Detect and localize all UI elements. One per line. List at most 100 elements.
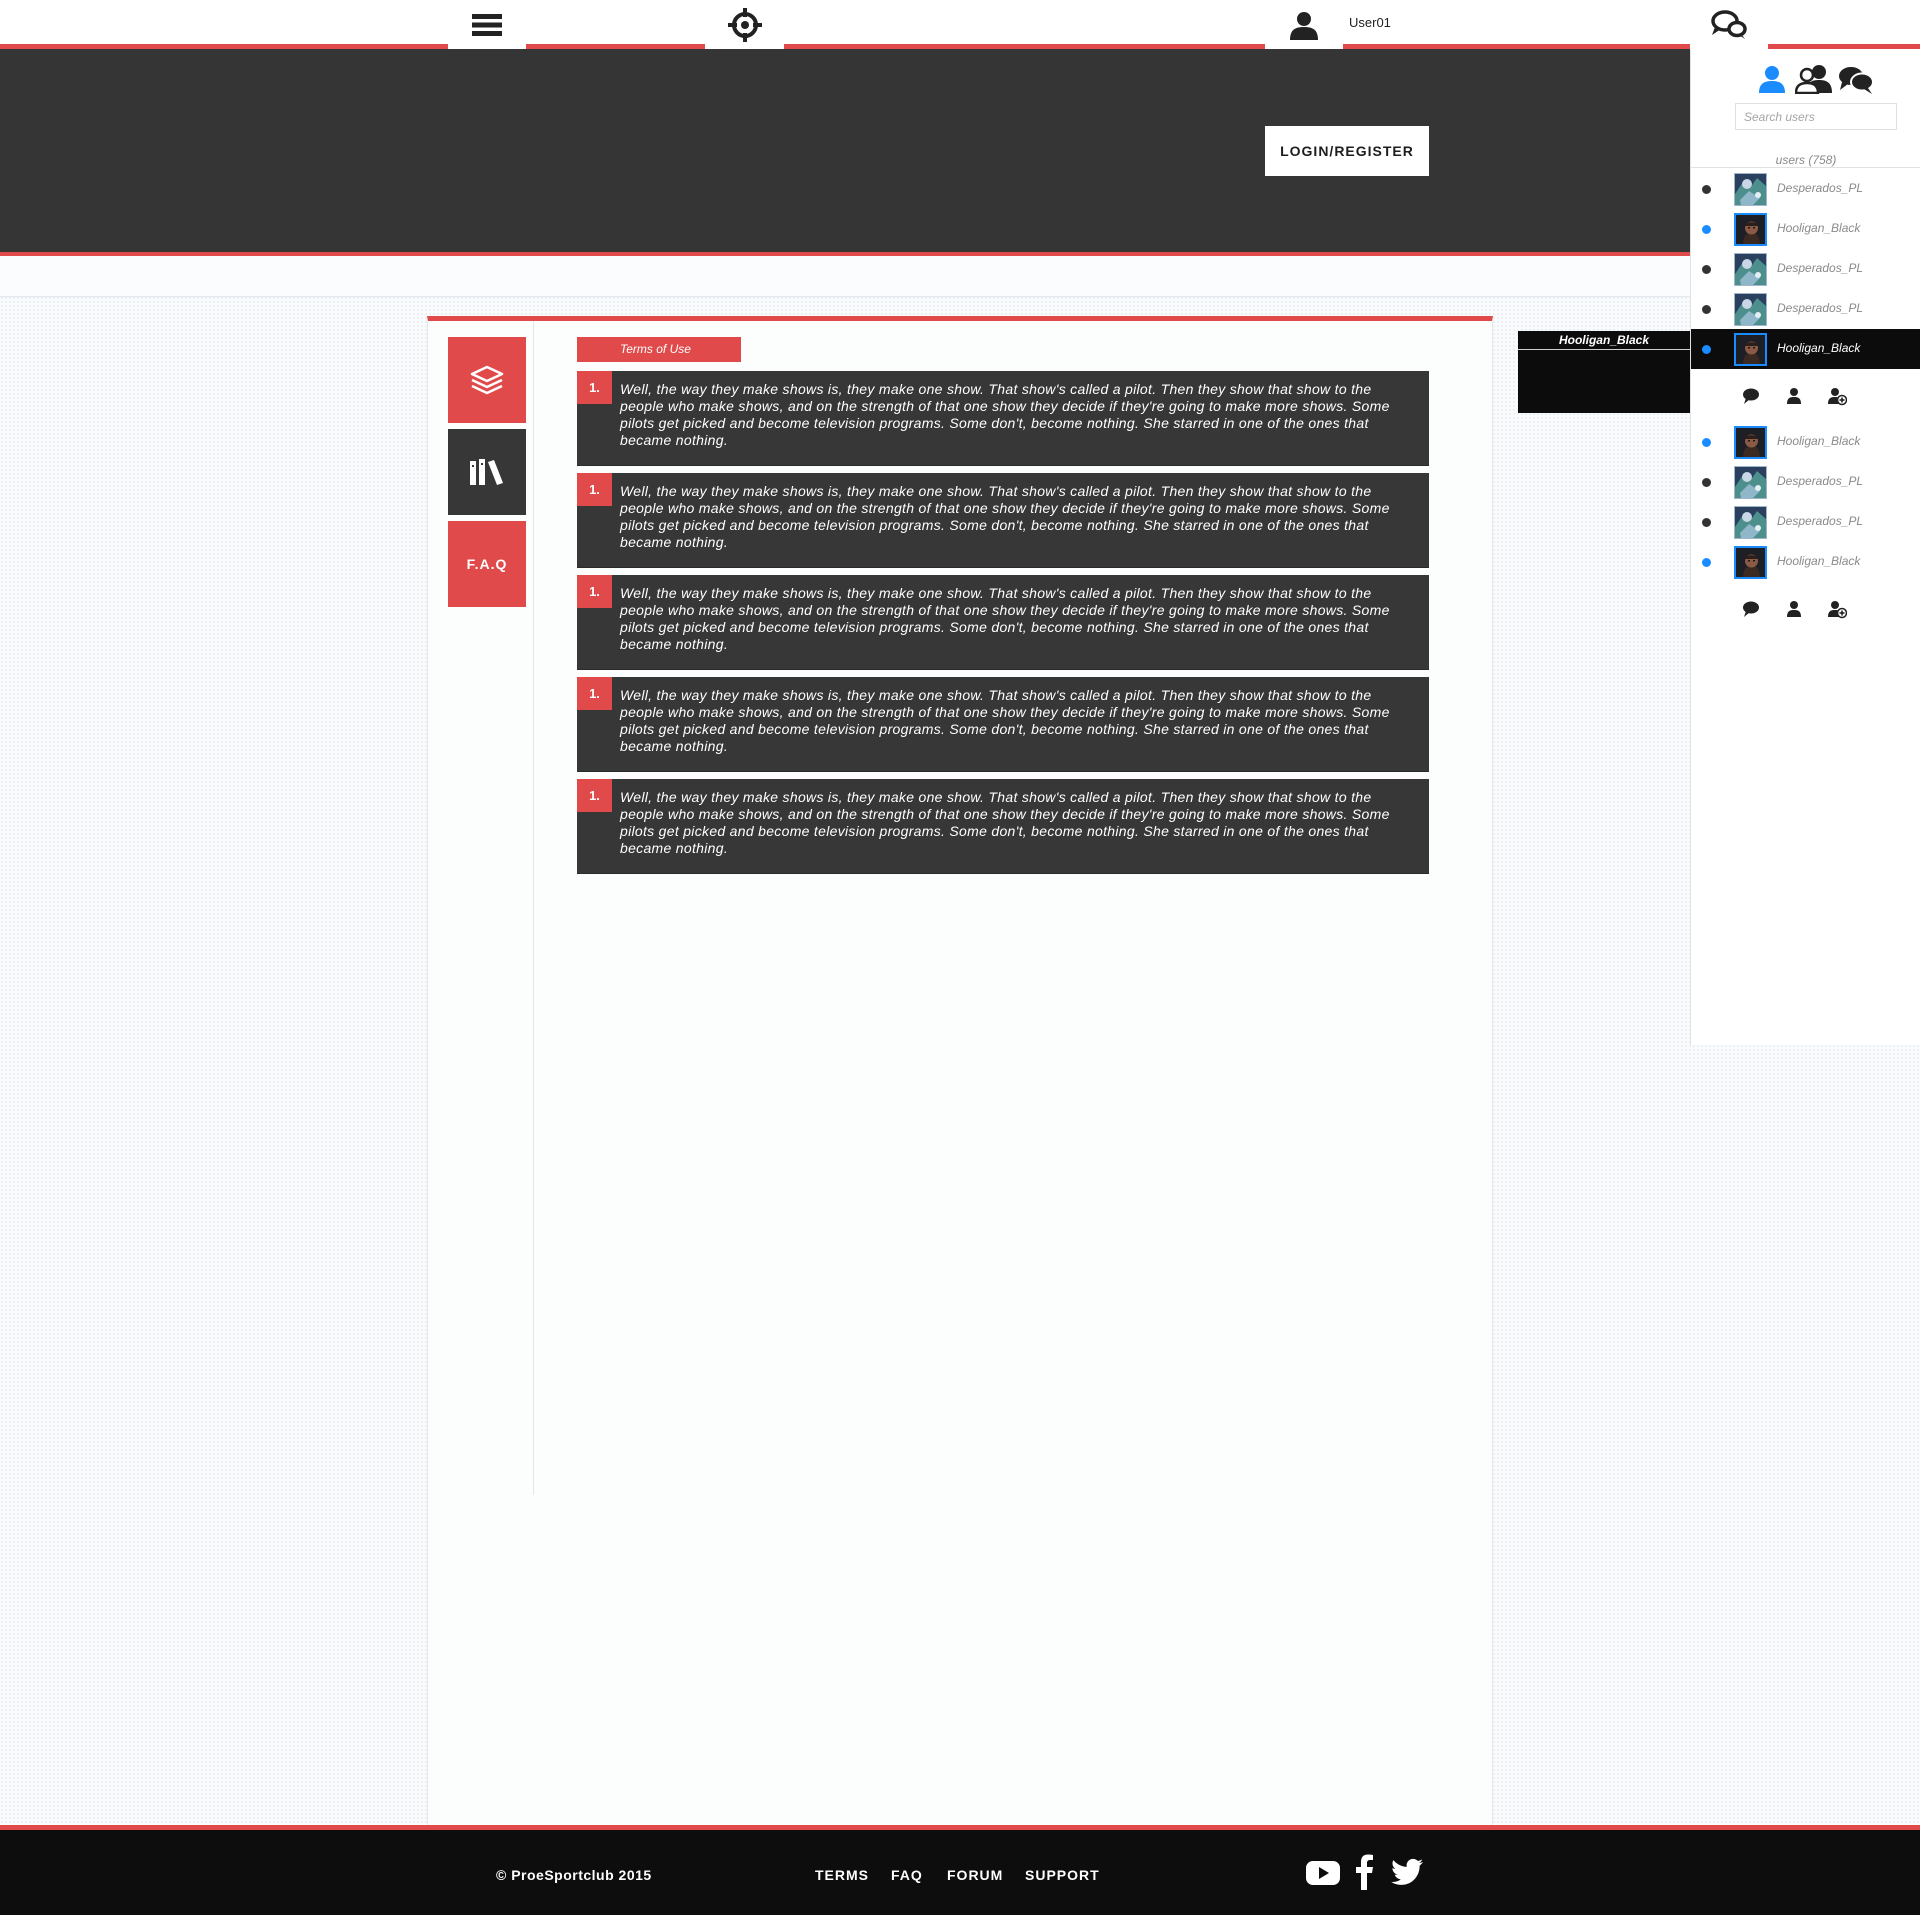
rule-number: 1. xyxy=(577,371,612,404)
user-profile-button[interactable] xyxy=(1265,0,1343,50)
copyright: © ProeSportclub 2015 xyxy=(496,1867,652,1883)
user-icon xyxy=(1290,12,1318,40)
facebook-link[interactable] xyxy=(1354,1852,1374,1892)
status-dot-icon xyxy=(1702,185,1711,194)
users-panel: users (758) Desperados_PL Hooligan_Black D… xyxy=(1690,50,1920,1045)
rule-number: 1. xyxy=(577,473,612,506)
rule-item: 1. Well, the way they make shows is, the… xyxy=(577,473,1429,567)
menu-icon xyxy=(472,14,502,36)
footer-link-support[interactable]: SUPPORT xyxy=(1025,1867,1100,1883)
avatar xyxy=(1734,426,1767,459)
user-row[interactable]: Desperados_PL xyxy=(1691,462,1920,502)
youtube-icon xyxy=(1306,1861,1340,1885)
rule-text: Well, the way they make shows is, they m… xyxy=(620,483,1390,550)
login-register-button[interactable]: LOGIN/REGISTER xyxy=(1265,126,1429,176)
avatar xyxy=(1734,253,1767,286)
sub-header-band xyxy=(0,256,1690,297)
avatar xyxy=(1734,506,1767,539)
user-name: Desperados_PL xyxy=(1777,474,1864,488)
status-dot-icon xyxy=(1702,305,1711,314)
status-dot-icon xyxy=(1702,558,1711,567)
user-row[interactable]: Desperados_PL xyxy=(1691,289,1920,329)
user-popup: Hooligan_Black xyxy=(1518,331,1690,413)
popup-username: Hooligan_Black xyxy=(1518,331,1690,350)
users-tab[interactable] xyxy=(1757,64,1787,94)
books-icon xyxy=(470,459,503,485)
search-users-input[interactable] xyxy=(1735,103,1897,130)
profile-icon[interactable] xyxy=(1784,386,1804,406)
crosshair-icon xyxy=(727,8,762,42)
avatar xyxy=(1734,293,1767,326)
user-name: Hooligan_Black xyxy=(1777,341,1861,355)
layers-icon xyxy=(470,365,504,395)
friends-tab[interactable] xyxy=(1794,64,1833,95)
footer-link-faq[interactable]: FAQ xyxy=(891,1867,923,1883)
status-dot-icon xyxy=(1702,438,1711,447)
rule-number: 1. xyxy=(577,779,612,812)
add-friend-icon[interactable] xyxy=(1827,386,1848,406)
user-name: Hooligan_Black xyxy=(1777,434,1861,448)
rule-item: 1. Well, the way they make shows is, the… xyxy=(577,575,1429,669)
status-dot-icon xyxy=(1702,345,1711,354)
user-name: Hooligan_Black xyxy=(1777,554,1861,568)
faq-label: F.A.Q xyxy=(466,556,508,572)
user-row[interactable]: Hooligan_Black xyxy=(1691,329,1920,369)
sidebar-library-button[interactable] xyxy=(448,429,526,515)
user-name: Hooligan_Black xyxy=(1777,221,1861,235)
user-row[interactable]: Hooligan_Black xyxy=(1691,542,1920,582)
top-bar: User01 xyxy=(0,0,1920,50)
user-row[interactable]: Hooligan_Black xyxy=(1691,422,1920,462)
avatar xyxy=(1734,466,1767,499)
top-accent-line xyxy=(1768,44,1920,49)
user-row[interactable]: Desperados_PL xyxy=(1691,249,1920,289)
chat-bubbles-icon xyxy=(1711,10,1747,39)
messages-tab[interactable] xyxy=(1837,64,1875,96)
facebook-icon xyxy=(1356,1854,1373,1890)
rule-item: 1. Well, the way they make shows is, the… xyxy=(577,779,1429,873)
divider xyxy=(1691,167,1920,168)
menu-button[interactable] xyxy=(448,0,526,50)
footer: © ProeSportclub 2015 TERMS FAQ FORUM SUP… xyxy=(0,1825,1920,1915)
user-row[interactable]: Hooligan_Black xyxy=(1691,209,1920,249)
sidebar-faq-button[interactable]: F.A.Q xyxy=(448,521,526,607)
rule-item: 1. Well, the way they make shows is, the… xyxy=(577,677,1429,771)
group-users-icon xyxy=(1794,65,1832,95)
chat-icon[interactable] xyxy=(1741,386,1761,406)
target-button[interactable] xyxy=(705,0,784,50)
avatar xyxy=(1734,546,1767,579)
rule-text: Well, the way they make shows is, they m… xyxy=(620,585,1390,652)
single-user-icon xyxy=(1759,66,1785,93)
sidebar-layers-button[interactable] xyxy=(448,337,526,423)
add-friend-icon[interactable] xyxy=(1827,599,1848,619)
vertical-divider xyxy=(533,321,534,1495)
rule-text: Well, the way they make shows is, they m… xyxy=(620,381,1390,448)
status-dot-icon xyxy=(1702,265,1711,274)
user-row[interactable]: Desperados_PL xyxy=(1691,502,1920,542)
chat-icon[interactable] xyxy=(1741,599,1761,619)
user-row[interactable]: Desperados_PL xyxy=(1691,169,1920,209)
rule-number: 1. xyxy=(577,677,612,710)
status-dot-icon xyxy=(1702,478,1711,487)
profile-icon[interactable] xyxy=(1784,599,1804,619)
status-dot-icon xyxy=(1702,518,1711,527)
youtube-link[interactable] xyxy=(1306,1852,1340,1892)
chat-toggle-button[interactable] xyxy=(1690,0,1768,50)
rule-number: 1. xyxy=(577,575,612,608)
user-name: Desperados_PL xyxy=(1777,514,1864,528)
user-actions xyxy=(1691,597,1920,621)
footer-link-forum[interactable]: FORUM xyxy=(947,1867,1003,1883)
avatar xyxy=(1734,213,1767,246)
twitter-link[interactable] xyxy=(1390,1852,1424,1892)
avatar xyxy=(1734,333,1767,366)
footer-link-terms[interactable]: TERMS xyxy=(815,1867,869,1883)
avatar xyxy=(1734,173,1767,206)
status-dot-icon xyxy=(1702,225,1711,234)
rule-text: Well, the way they make shows is, they m… xyxy=(620,789,1390,856)
user-name: Desperados_PL xyxy=(1777,301,1864,315)
rule-text: Well, the way they make shows is, they m… xyxy=(620,687,1390,754)
terms-of-use-tab[interactable]: Terms of Use xyxy=(577,337,741,362)
user-name: Desperados_PL xyxy=(1777,261,1864,275)
hero-banner: LOGIN/REGISTER xyxy=(0,49,1690,256)
username-label[interactable]: User01 xyxy=(1349,15,1391,30)
user-name: Desperados_PL xyxy=(1777,181,1864,195)
